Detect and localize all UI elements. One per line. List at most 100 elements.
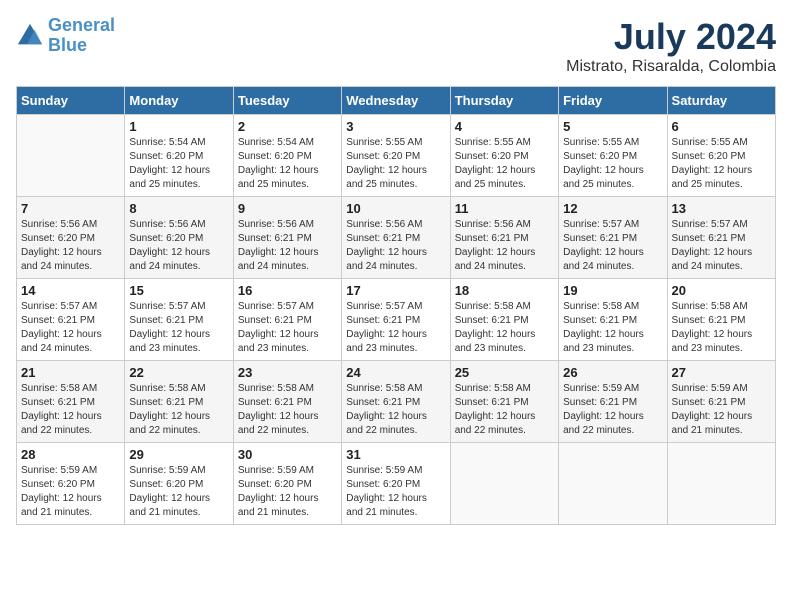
logo-text: General Blue bbox=[48, 16, 115, 56]
calendar-cell: 9 Sunrise: 5:56 AM Sunset: 6:21 PM Daylig… bbox=[233, 197, 341, 279]
day-info: Sunrise: 5:57 AM Sunset: 6:21 PM Dayligh… bbox=[238, 300, 337, 356]
calendar-cell: 16Sunrise: 5:57 AM Sunset: 6:21 PM Dayli… bbox=[233, 279, 341, 361]
day-info: Sunrise: 5:58 AM Sunset: 6:21 PM Dayligh… bbox=[672, 300, 771, 356]
day-info: Sunrise: 5:55 AM Sunset: 6:20 PM Dayligh… bbox=[346, 136, 445, 192]
calendar-cell: 4 Sunrise: 5:55 AM Sunset: 6:20 PM Daylig… bbox=[450, 115, 558, 197]
day-info: Sunrise: 5:58 AM Sunset: 6:21 PM Dayligh… bbox=[21, 382, 120, 438]
day-number: 2 bbox=[238, 119, 337, 134]
header-cell-thursday: Thursday bbox=[450, 87, 558, 115]
calendar-cell: 23Sunrise: 5:58 AM Sunset: 6:21 PM Dayli… bbox=[233, 361, 341, 443]
calendar-table: SundayMondayTuesdayWednesdayThursdayFrid… bbox=[16, 86, 776, 525]
day-number: 17 bbox=[346, 283, 445, 298]
day-number: 7 bbox=[21, 201, 120, 216]
day-info: Sunrise: 5:59 AM Sunset: 6:20 PM Dayligh… bbox=[21, 464, 120, 520]
day-number: 29 bbox=[129, 447, 228, 462]
day-number: 28 bbox=[21, 447, 120, 462]
day-info: Sunrise: 5:55 AM Sunset: 6:20 PM Dayligh… bbox=[672, 136, 771, 192]
day-number: 19 bbox=[563, 283, 662, 298]
logo-line2: Blue bbox=[48, 35, 87, 55]
day-number: 21 bbox=[21, 365, 120, 380]
calendar-week-row: 28 Sunrise: 5:59 AM Sunset: 6:20 PM Dayli… bbox=[17, 443, 776, 525]
day-info: Sunrise: 5:54 AM Sunset: 6:20 PM Dayligh… bbox=[238, 136, 337, 192]
day-info: Sunrise: 5:59 AM Sunset: 6:21 PM Dayligh… bbox=[672, 382, 771, 438]
day-number: 30 bbox=[238, 447, 337, 462]
day-number: 31 bbox=[346, 447, 445, 462]
calendar-cell: 11 Sunrise: 5:56 AM Sunset: 6:21 PM Dayli… bbox=[450, 197, 558, 279]
calendar-cell: 26 Sunrise: 5:59 AM Sunset: 6:21 PM Dayli… bbox=[559, 361, 667, 443]
logo: General Blue bbox=[16, 16, 115, 56]
day-info: Sunrise: 5:57 AM Sunset: 6:21 PM Dayligh… bbox=[346, 300, 445, 356]
calendar-cell: 12 Sunrise: 5:57 AM Sunset: 6:21 PM Dayli… bbox=[559, 197, 667, 279]
day-info: Sunrise: 5:54 AM Sunset: 6:20 PM Dayligh… bbox=[129, 136, 228, 192]
header-cell-saturday: Saturday bbox=[667, 87, 775, 115]
calendar-cell: 22 Sunrise: 5:58 AM Sunset: 6:21 PM Dayli… bbox=[125, 361, 233, 443]
day-info: Sunrise: 5:55 AM Sunset: 6:20 PM Dayligh… bbox=[563, 136, 662, 192]
day-number: 24 bbox=[346, 365, 445, 380]
month-title: July 2024 bbox=[566, 16, 776, 58]
day-info: Sunrise: 5:57 AM Sunset: 6:21 PM Dayligh… bbox=[672, 218, 771, 274]
day-info: Sunrise: 5:56 AM Sunset: 6:21 PM Dayligh… bbox=[238, 218, 337, 274]
day-number: 10 bbox=[346, 201, 445, 216]
calendar-week-row: 7 Sunrise: 5:56 AM Sunset: 6:20 PM Daylig… bbox=[17, 197, 776, 279]
calendar-cell: 10 Sunrise: 5:56 AM Sunset: 6:21 PM Dayli… bbox=[342, 197, 450, 279]
header-cell-monday: Monday bbox=[125, 87, 233, 115]
day-info: Sunrise: 5:55 AM Sunset: 6:20 PM Dayligh… bbox=[455, 136, 554, 192]
calendar-cell bbox=[559, 443, 667, 525]
day-info: Sunrise: 5:56 AM Sunset: 6:21 PM Dayligh… bbox=[346, 218, 445, 274]
calendar-cell bbox=[17, 115, 125, 197]
header-cell-wednesday: Wednesday bbox=[342, 87, 450, 115]
header-cell-sunday: Sunday bbox=[17, 87, 125, 115]
calendar-cell: 3Sunrise: 5:55 AM Sunset: 6:20 PM Daylig… bbox=[342, 115, 450, 197]
day-info: Sunrise: 5:57 AM Sunset: 6:21 PM Dayligh… bbox=[21, 300, 120, 356]
calendar-cell: 7Sunrise: 5:56 AM Sunset: 6:20 PM Daylig… bbox=[17, 197, 125, 279]
calendar-cell: 6 Sunrise: 5:55 AM Sunset: 6:20 PM Daylig… bbox=[667, 115, 775, 197]
calendar-cell: 18Sunrise: 5:58 AM Sunset: 6:21 PM Dayli… bbox=[450, 279, 558, 361]
calendar-cell: 15 Sunrise: 5:57 AM Sunset: 6:21 PM Dayli… bbox=[125, 279, 233, 361]
title-area: July 2024 Mistrato, Risaralda, Colombia bbox=[566, 16, 776, 76]
calendar-cell: 2 Sunrise: 5:54 AM Sunset: 6:20 PM Daylig… bbox=[233, 115, 341, 197]
calendar-cell bbox=[450, 443, 558, 525]
day-number: 11 bbox=[455, 201, 554, 216]
day-number: 6 bbox=[672, 119, 771, 134]
calendar-cell: 27 Sunrise: 5:59 AM Sunset: 6:21 PM Dayli… bbox=[667, 361, 775, 443]
calendar-week-row: 1Sunrise: 5:54 AM Sunset: 6:20 PM Daylig… bbox=[17, 115, 776, 197]
calendar-cell: 8Sunrise: 5:56 AM Sunset: 6:20 PM Daylig… bbox=[125, 197, 233, 279]
calendar-cell: 5 Sunrise: 5:55 AM Sunset: 6:20 PM Daylig… bbox=[559, 115, 667, 197]
header: General Blue July 2024 Mistrato, Risaral… bbox=[16, 16, 776, 76]
day-number: 9 bbox=[238, 201, 337, 216]
day-info: Sunrise: 5:57 AM Sunset: 6:21 PM Dayligh… bbox=[129, 300, 228, 356]
calendar-cell: 1Sunrise: 5:54 AM Sunset: 6:20 PM Daylig… bbox=[125, 115, 233, 197]
location-title: Mistrato, Risaralda, Colombia bbox=[566, 58, 776, 76]
day-number: 12 bbox=[563, 201, 662, 216]
calendar-cell: 29Sunrise: 5:59 AM Sunset: 6:20 PM Dayli… bbox=[125, 443, 233, 525]
logo-line1: General bbox=[48, 15, 115, 35]
day-number: 26 bbox=[563, 365, 662, 380]
calendar-cell: 21 Sunrise: 5:58 AM Sunset: 6:21 PM Dayli… bbox=[17, 361, 125, 443]
day-number: 27 bbox=[672, 365, 771, 380]
day-info: Sunrise: 5:58 AM Sunset: 6:21 PM Dayligh… bbox=[129, 382, 228, 438]
day-number: 5 bbox=[563, 119, 662, 134]
day-info: Sunrise: 5:58 AM Sunset: 6:21 PM Dayligh… bbox=[455, 382, 554, 438]
calendar-week-row: 21 Sunrise: 5:58 AM Sunset: 6:21 PM Dayli… bbox=[17, 361, 776, 443]
day-info: Sunrise: 5:59 AM Sunset: 6:20 PM Dayligh… bbox=[238, 464, 337, 520]
day-number: 4 bbox=[455, 119, 554, 134]
day-number: 13 bbox=[672, 201, 771, 216]
day-number: 20 bbox=[672, 283, 771, 298]
day-info: Sunrise: 5:58 AM Sunset: 6:21 PM Dayligh… bbox=[455, 300, 554, 356]
day-info: Sunrise: 5:59 AM Sunset: 6:20 PM Dayligh… bbox=[346, 464, 445, 520]
header-cell-tuesday: Tuesday bbox=[233, 87, 341, 115]
day-info: Sunrise: 5:57 AM Sunset: 6:21 PM Dayligh… bbox=[563, 218, 662, 274]
day-info: Sunrise: 5:59 AM Sunset: 6:21 PM Dayligh… bbox=[563, 382, 662, 438]
calendar-cell bbox=[667, 443, 775, 525]
day-number: 25 bbox=[455, 365, 554, 380]
day-info: Sunrise: 5:56 AM Sunset: 6:21 PM Dayligh… bbox=[455, 218, 554, 274]
day-number: 15 bbox=[129, 283, 228, 298]
day-info: Sunrise: 5:56 AM Sunset: 6:20 PM Dayligh… bbox=[129, 218, 228, 274]
calendar-week-row: 14Sunrise: 5:57 AM Sunset: 6:21 PM Dayli… bbox=[17, 279, 776, 361]
logo-icon bbox=[16, 22, 44, 50]
calendar-cell: 28 Sunrise: 5:59 AM Sunset: 6:20 PM Dayli… bbox=[17, 443, 125, 525]
calendar-cell: 25 Sunrise: 5:58 AM Sunset: 6:21 PM Dayli… bbox=[450, 361, 558, 443]
calendar-cell: 30 Sunrise: 5:59 AM Sunset: 6:20 PM Dayli… bbox=[233, 443, 341, 525]
day-info: Sunrise: 5:58 AM Sunset: 6:21 PM Dayligh… bbox=[563, 300, 662, 356]
day-number: 22 bbox=[129, 365, 228, 380]
